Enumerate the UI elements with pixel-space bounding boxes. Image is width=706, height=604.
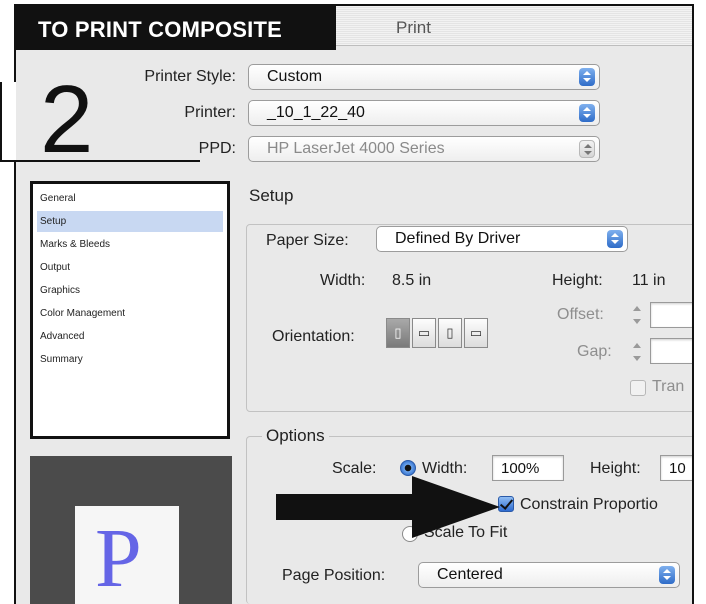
options-title: Options: [262, 426, 329, 446]
annotation-arrow-icon: [276, 476, 500, 538]
constrain-proportions-checkbox[interactable]: [498, 496, 514, 512]
category-item-setup[interactable]: Setup: [37, 211, 223, 232]
orientation-buttons: ▯ ▭ ▯ ▭: [386, 318, 488, 348]
step-box-line: [0, 82, 2, 162]
category-item-graphics[interactable]: Graphics: [37, 280, 223, 301]
window-title: Print: [396, 18, 431, 37]
paper-size-popup[interactable]: Defined By Driver: [376, 226, 628, 252]
page-position-popup[interactable]: Centered: [418, 562, 680, 588]
gap-stepper[interactable]: [630, 340, 644, 366]
scale-height-label: Height:: [590, 460, 641, 477]
gap-label: Gap:: [577, 343, 612, 360]
preview-glyph: P: [95, 512, 142, 604]
category-item-marks-bleeds[interactable]: Marks & Bleeds: [37, 234, 223, 255]
popup-arrows-icon: [579, 68, 595, 86]
page-position-value: Centered: [437, 566, 503, 583]
width-value: 8.5 in: [392, 272, 432, 289]
portrait-icon[interactable]: ▯: [386, 318, 410, 348]
section-tag-label: TO PRINT COMPOSITE: [38, 17, 282, 42]
printer-style-label: Printer Style:: [144, 68, 236, 85]
category-item-summary[interactable]: Summary: [37, 349, 223, 370]
offset-label: Offset:: [557, 306, 604, 323]
page-preview: P: [30, 456, 232, 604]
popup-arrows-icon: [579, 140, 595, 158]
gap-field[interactable]: [650, 338, 694, 364]
ppd-label: PPD:: [198, 140, 236, 157]
category-list: General Setup Marks & Bleeds Output Grap…: [30, 181, 230, 439]
printer-style-popup[interactable]: Custom: [248, 64, 600, 90]
ppd-value: HP LaserJet 4000 Series: [267, 140, 445, 157]
page-position-label: Page Position:: [282, 567, 386, 584]
offset-field[interactable]: [650, 302, 694, 328]
step-box-line: [0, 160, 200, 162]
transverse-checkbox[interactable]: [630, 380, 646, 396]
section-tag: TO PRINT COMPOSITE: [14, 4, 336, 50]
preview-page: P: [75, 506, 179, 604]
printer-popup[interactable]: _10_1_22_40: [248, 100, 600, 126]
setup-title: Setup: [249, 186, 294, 205]
category-item-advanced[interactable]: Advanced: [37, 326, 223, 347]
scale-width-value: 100%: [501, 460, 540, 477]
popup-arrows-icon: [579, 104, 595, 122]
ppd-popup[interactable]: HP LaserJet 4000 Series: [248, 136, 600, 162]
page-edge-line: [692, 4, 694, 604]
orientation-label: Orientation:: [272, 328, 355, 345]
popup-arrows-icon: [607, 230, 623, 248]
offset-stepper[interactable]: [630, 303, 644, 329]
step-number: 2: [40, 66, 94, 173]
popup-arrows-icon: [659, 566, 675, 584]
paper-size-label: Paper Size:: [266, 232, 349, 249]
scale-width-radio[interactable]: [400, 460, 416, 476]
scale-height-field[interactable]: 10: [660, 455, 694, 481]
scale-width-field[interactable]: 100%: [492, 455, 564, 481]
printer-value: _10_1_22_40: [267, 104, 365, 121]
category-item-color-management[interactable]: Color Management: [37, 303, 223, 324]
reverse-portrait-icon[interactable]: ▯: [438, 318, 462, 348]
step-gap: [0, 82, 16, 162]
page-edge: [694, 4, 706, 604]
height-value: 11 in: [632, 272, 666, 289]
printer-label: Printer:: [184, 104, 236, 121]
height-label: Height:: [552, 272, 603, 289]
category-item-output[interactable]: Output: [37, 257, 223, 278]
constrain-proportions-label: Constrain Proportio: [520, 496, 658, 513]
paper-size-value: Defined By Driver: [395, 230, 521, 247]
width-label: Width:: [320, 272, 366, 289]
reverse-landscape-icon[interactable]: ▭: [464, 318, 488, 348]
transverse-label: Tran: [652, 378, 685, 395]
scale-height-value: 10: [669, 460, 686, 477]
printer-style-value: Custom: [267, 68, 323, 85]
landscape-icon[interactable]: ▭: [412, 318, 436, 348]
category-item-general[interactable]: General: [37, 188, 223, 209]
